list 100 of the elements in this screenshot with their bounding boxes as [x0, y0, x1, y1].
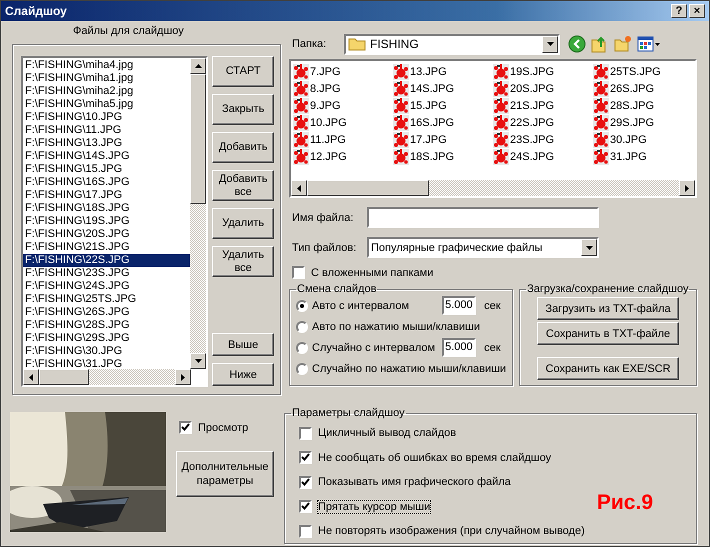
down-arrow-icon	[194, 359, 202, 363]
folder-dropdown[interactable]: FISHING	[344, 34, 560, 54]
file-item[interactable]: 24S.JPG	[493, 148, 593, 165]
horizontal-scrollbar[interactable]	[23, 369, 191, 385]
file-list-item[interactable]: F:\FISHING\20S.JPG	[23, 228, 190, 241]
file-list-item[interactable]: F:\FISHING\13.JPG	[23, 137, 190, 150]
checkbox[interactable]	[299, 451, 312, 464]
file-item[interactable]: 26S.JPG	[593, 80, 693, 97]
file-item[interactable]: 11.JPG	[293, 131, 393, 148]
file-item[interactable]: 29S.JPG	[593, 114, 693, 131]
file-list-item[interactable]: F:\FISHING\29S.JPG	[23, 332, 190, 345]
file-item[interactable]: 20S.JPG	[493, 80, 593, 97]
file-item[interactable]: 31.JPG	[593, 148, 693, 165]
radio-label: Авто по нажатию мыши/клавиши	[312, 320, 480, 332]
file-item[interactable]: 18S.JPG	[393, 148, 493, 165]
file-item[interactable]: 13.JPG	[393, 63, 493, 80]
splash-icon	[493, 64, 509, 80]
file-item[interactable]: 14S.JPG	[393, 80, 493, 97]
panel-button[interactable]: Удалить все	[212, 246, 274, 277]
view-menu-icon[interactable]	[637, 36, 661, 52]
file-item[interactable]: 25TS.JPG	[593, 63, 693, 80]
panel-button[interactable]: Добавить все	[212, 170, 274, 201]
file-item[interactable]: 12.JPG	[293, 148, 393, 165]
file-item[interactable]: 21S.JPG	[493, 97, 593, 114]
file-list-item[interactable]: F:\FISHING\30.JPG	[23, 345, 190, 358]
file-list-item[interactable]: F:\FISHING\26S.JPG	[23, 306, 190, 319]
close-button[interactable]: ×	[689, 4, 705, 18]
checkbox-label: Прятать курсор мыши	[318, 500, 430, 513]
checkbox[interactable]	[292, 266, 305, 279]
checkbox[interactable]	[179, 421, 192, 434]
file-list-item[interactable]: F:\FISHING\24S.JPG	[23, 280, 190, 293]
checkbox[interactable]	[299, 524, 312, 538]
file-item[interactable]: 8.JPG	[293, 80, 393, 97]
file-item[interactable]: 22S.JPG	[493, 114, 593, 131]
horizontal-scrollbar[interactable]	[291, 180, 695, 196]
file-list-item[interactable]: F:\FISHING\11.JPG	[23, 124, 190, 137]
splash-icon	[393, 148, 409, 164]
file-list-item[interactable]: F:\FISHING\miha5.jpg	[23, 98, 190, 111]
caret-icon	[546, 42, 554, 46]
splash-icon	[493, 148, 509, 164]
file-list-item[interactable]: F:\FISHING\miha4.jpg	[23, 59, 190, 72]
save-load-button[interactable]: Загрузить из TXT-файла	[537, 297, 680, 320]
radio-button[interactable]	[296, 300, 308, 312]
move-button[interactable]: Выше	[212, 333, 274, 356]
vertical-scrollbar[interactable]	[190, 58, 206, 369]
checkbox[interactable]	[299, 500, 312, 514]
splash-icon	[293, 80, 309, 96]
file-item[interactable]: 23S.JPG	[493, 131, 593, 148]
radio-button[interactable]	[296, 342, 308, 354]
file-item[interactable]: 10.JPG	[293, 114, 393, 131]
file-list-item[interactable]: F:\FISHING\18S.JPG	[23, 202, 190, 215]
panel-button[interactable]: Удалить	[212, 208, 274, 239]
save-load-button[interactable]: Сохранить в TXT-файле	[537, 322, 680, 345]
file-list-item[interactable]: F:\FISHING\25TS.JPG	[23, 293, 190, 306]
checkbox[interactable]	[299, 476, 312, 489]
splash-icon	[493, 80, 509, 96]
checkbox-label: Не повторять изображения (при случайном выводе)	[318, 525, 585, 538]
file-name-field[interactable]	[367, 207, 599, 228]
file-type-label: Тип файлов:	[292, 242, 358, 254]
file-list-item[interactable]: F:\FISHING\23S.JPG	[23, 267, 190, 280]
save-load-button[interactable]: Сохранить как EXE/SCR	[537, 357, 680, 380]
file-list-item[interactable]: F:\FISHING\19S.JPG	[23, 215, 190, 228]
file-list-item[interactable]: F:\FISHING\22S.JPG	[23, 254, 190, 267]
file-list-item[interactable]: F:\FISHING\miha2.jpg	[23, 85, 190, 98]
file-list-item[interactable]: F:\FISHING\10.JPG	[23, 111, 190, 124]
more-options-button[interactable]: Дополнительные параметры	[176, 451, 274, 497]
splash-icon	[393, 114, 409, 130]
group-title: Параметры слайдшоу	[291, 407, 406, 419]
file-item[interactable]: 15.JPG	[393, 97, 493, 114]
file-item[interactable]: 30.JPG	[593, 131, 693, 148]
folder-label: Папка:	[292, 38, 328, 50]
back-icon[interactable]	[568, 35, 586, 53]
interval-field[interactable]: 5.000	[442, 296, 476, 315]
window-title: Слайдшоу	[5, 4, 67, 18]
caret-icon	[586, 246, 592, 250]
file-list-item[interactable]: F:\FISHING\21S.JPG	[23, 241, 190, 254]
file-list-item[interactable]: F:\FISHING\31.JPG	[23, 358, 190, 369]
file-item[interactable]: 7.JPG	[293, 63, 393, 80]
radio-button[interactable]	[296, 362, 308, 374]
up-arrow-icon	[194, 64, 202, 68]
interval-field[interactable]: 5.000	[442, 338, 476, 357]
file-list-item[interactable]: F:\FISHING\28S.JPG	[23, 319, 190, 332]
file-list-item[interactable]: F:\FISHING\17.JPG	[23, 189, 190, 202]
checkbox[interactable]	[299, 426, 312, 440]
file-item[interactable]: 16S.JPG	[393, 114, 493, 131]
radio-button[interactable]	[296, 320, 308, 332]
file-item[interactable]: 17.JPG	[393, 131, 493, 148]
move-button[interactable]: Ниже	[212, 363, 274, 386]
file-list-item[interactable]: F:\FISHING\15.JPG	[23, 163, 190, 176]
file-list-item[interactable]: F:\FISHING\16S.JPG	[23, 176, 190, 189]
file-item[interactable]: 9.JPG	[293, 97, 393, 114]
file-type-dropdown[interactable]: Популярные графические файлы	[367, 237, 599, 258]
panel-button[interactable]: Добавить	[212, 132, 274, 163]
panel-button[interactable]: СТАРТ	[212, 56, 274, 87]
file-list-item[interactable]: F:\FISHING\14S.JPG	[23, 150, 190, 163]
file-item[interactable]: 19S.JPG	[493, 63, 593, 80]
help-button[interactable]: ?	[671, 4, 687, 18]
file-item[interactable]: 28S.JPG	[593, 97, 693, 114]
file-list-item[interactable]: F:\FISHING\miha1.jpg	[23, 72, 190, 85]
panel-button[interactable]: Закрыть	[212, 94, 274, 125]
